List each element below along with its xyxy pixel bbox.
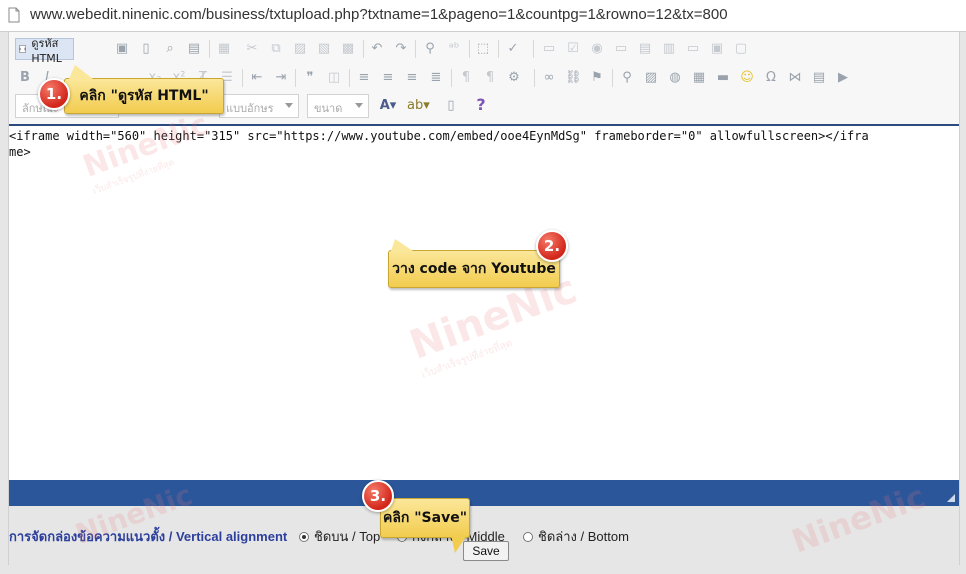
templates-icon[interactable]: ▦	[216, 41, 232, 57]
browser-window: www.webedit.ninenic.com/business/txtuplo…	[0, 0, 966, 574]
image-button-icon[interactable]: ▣	[709, 41, 725, 57]
maximize-icon[interactable]: ▯	[443, 98, 459, 114]
text-color-icon[interactable]: A▾	[377, 98, 399, 114]
blockquote-icon[interactable]: ❞	[302, 70, 318, 86]
outdent-icon[interactable]: ⇤	[249, 70, 265, 86]
callout-1-text: คลิก "ดูรหัส HTML"	[79, 88, 209, 104]
alignment-panel: การจัดกล่องข้อความแนวตั้ง / Vertical ali…	[9, 477, 959, 565]
bold-icon[interactable]: B	[17, 70, 33, 86]
callout-1: คลิก "ดูรหัส HTML"	[64, 65, 224, 114]
paste-icon[interactable]: ▨	[292, 41, 308, 57]
callout-2-text: วาง code จาก Youtube	[392, 261, 556, 277]
replace-icon[interactable]: ᵃᵇ	[446, 41, 462, 57]
div-icon[interactable]: ◫	[326, 70, 342, 86]
align-left-icon[interactable]: ≡	[356, 70, 372, 86]
special-char-icon[interactable]: Ω	[763, 70, 779, 86]
source-html-label: ดูรหัส HTML	[31, 36, 62, 65]
save-icon[interactable]: ▣	[114, 41, 130, 57]
align-justify-icon[interactable]: ≣	[428, 70, 444, 86]
save-button[interactable]: Save	[463, 541, 509, 561]
align-center-icon[interactable]: ≡	[380, 70, 396, 86]
preview-icon[interactable]: ⌕	[162, 41, 178, 57]
bg-color-icon[interactable]: ab▾	[407, 98, 430, 114]
checkbox-icon[interactable]: ☑	[565, 41, 581, 57]
radio-bottom[interactable]: ชิดล่าง / Bottom	[523, 526, 629, 547]
indent-icon[interactable]: ⇥	[273, 70, 289, 86]
copy-icon[interactable]: ⧉	[268, 41, 284, 57]
source-icon	[19, 45, 26, 53]
smiley-icon[interactable]: ☺	[739, 70, 755, 86]
align-right-icon[interactable]: ≡	[404, 70, 420, 86]
radio-top[interactable]: ชิดบน / Top	[299, 526, 380, 547]
font-select-label: แบบอักษร	[226, 102, 274, 115]
button-field-icon[interactable]: ▭	[685, 41, 701, 57]
size-select-label: ขนาด	[314, 102, 343, 115]
new-page-icon[interactable]: ▯	[138, 41, 154, 57]
chevron-down-icon	[355, 103, 363, 108]
page-icon	[8, 7, 20, 23]
flash-icon[interactable]: ◍	[667, 70, 683, 86]
image-icon[interactable]: ▨	[643, 70, 659, 86]
paste-word-icon[interactable]: ▩	[340, 41, 356, 57]
unlink-icon[interactable]: ⛓	[565, 70, 582, 86]
size-select[interactable]: ขนาด	[307, 94, 369, 118]
font-select[interactable]: แบบอักษร	[219, 94, 299, 118]
ltr-icon[interactable]: ¶	[458, 70, 474, 86]
textfield-icon[interactable]: ▭	[613, 41, 629, 57]
rtl-icon[interactable]: ¶	[482, 70, 498, 86]
callout-3: คลิก "Save"	[380, 498, 470, 553]
undo-icon[interactable]: ↶	[369, 41, 385, 57]
radio-top-dot[interactable]	[299, 531, 309, 542]
iframe-icon[interactable]: ▤	[811, 70, 827, 86]
alignment-label: การจัดกล่องข้อความแนวตั้ง / Vertical ali…	[9, 529, 288, 544]
find-icon[interactable]: ⚲	[422, 41, 438, 57]
link-icon[interactable]: ∞	[541, 70, 557, 86]
table-icon[interactable]: ▦	[691, 70, 707, 86]
radio-bottom-dot[interactable]	[523, 531, 533, 542]
select-all-icon[interactable]: ⬚	[475, 41, 491, 57]
textarea-icon[interactable]: ▤	[637, 41, 653, 57]
select-field-icon[interactable]: ▥	[661, 41, 677, 57]
chevron-down-icon	[285, 103, 293, 108]
help-icon[interactable]: ?	[473, 97, 489, 113]
callout-3-text: คลิก "Save"	[382, 510, 468, 526]
spellcheck-icon[interactable]: ✓	[505, 41, 521, 57]
print-icon[interactable]: ▤	[186, 41, 202, 57]
resize-handle-icon[interactable]	[947, 494, 955, 502]
youtube-icon[interactable]: ▶	[835, 70, 851, 86]
source-html-button[interactable]: ดูรหัส HTML	[15, 37, 74, 65]
radio-top-label: ชิดบน / Top	[314, 529, 381, 544]
map-pin-icon[interactable]: ⚲	[619, 70, 635, 86]
radio-icon[interactable]: ◉	[589, 41, 605, 57]
language-icon[interactable]: ⚙	[506, 70, 522, 86]
step-badge-1: 1.	[38, 78, 70, 110]
paste-text-icon[interactable]: ▧	[316, 41, 332, 57]
address-bar[interactable]: www.webedit.ninenic.com/business/txtuplo…	[0, 0, 966, 32]
page-break-icon[interactable]: ⋈	[787, 70, 803, 86]
radio-bottom-label: ชิดล่าง / Bottom	[538, 529, 629, 544]
url-text[interactable]: www.webedit.ninenic.com/business/txtuplo…	[30, 6, 728, 23]
callout-2: วาง code จาก Youtube	[388, 239, 560, 288]
step-badge-2: 2.	[536, 230, 568, 262]
form-icon[interactable]: ▭	[541, 41, 557, 57]
horizontal-line-icon[interactable]: ▬	[715, 70, 731, 86]
cut-icon[interactable]: ✂	[244, 41, 260, 57]
step-badge-3: 3.	[362, 480, 394, 512]
redo-icon[interactable]: ↷	[393, 41, 409, 57]
hidden-field-icon[interactable]: ▢	[733, 41, 749, 57]
anchor-flag-icon[interactable]: ⚑	[589, 70, 605, 86]
